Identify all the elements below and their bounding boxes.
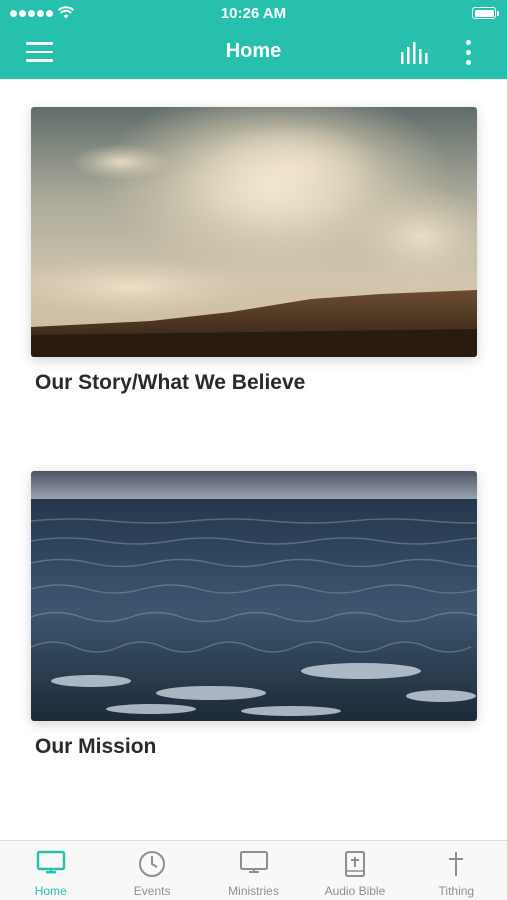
- tab-label: Home: [34, 884, 67, 898]
- tab-audio-bible[interactable]: Audio Bible: [304, 841, 405, 900]
- app-header: 10:26 AM Home: [0, 0, 507, 79]
- cross-icon: [449, 852, 464, 876]
- tab-label: Ministries: [228, 884, 279, 898]
- clock-icon: [139, 851, 166, 877]
- tab-tithing[interactable]: Tithing: [406, 841, 507, 900]
- tab-home[interactable]: Home: [0, 841, 101, 900]
- card-our-mission[interactable]: Our Mission: [31, 471, 477, 759]
- card-title: Our Story/What We Believe: [35, 371, 306, 394]
- bible-icon: [344, 851, 365, 877]
- bottom-tab-bar: Home Events Ministries Audio Bible Tithi…: [0, 840, 507, 900]
- status-time: 10:26 AM: [220, 5, 287, 22]
- tab-label: Tithing: [438, 884, 475, 898]
- monitor-icon: [239, 851, 268, 873]
- card-our-story[interactable]: Our Story/What We Believe: [31, 107, 477, 395]
- status-bar: 10:26 AM: [0, 0, 507, 28]
- desert-sky-image[interactable]: [31, 107, 477, 357]
- audio-equalizer-icon[interactable]: [400, 42, 430, 64]
- battery-icon: [472, 7, 499, 19]
- tab-label: Audio Bible: [324, 884, 386, 898]
- ocean-water-image[interactable]: [31, 471, 477, 721]
- nav-bar: Home: [0, 28, 507, 79]
- page-title: Home: [225, 40, 282, 62]
- tab-label: Events: [133, 884, 171, 898]
- tab-ministries[interactable]: Ministries: [203, 841, 304, 900]
- card-title: Our Mission: [35, 735, 157, 758]
- monitor-icon: [36, 850, 65, 874]
- more-options-icon[interactable]: [460, 40, 476, 66]
- tab-events[interactable]: Events: [101, 841, 202, 900]
